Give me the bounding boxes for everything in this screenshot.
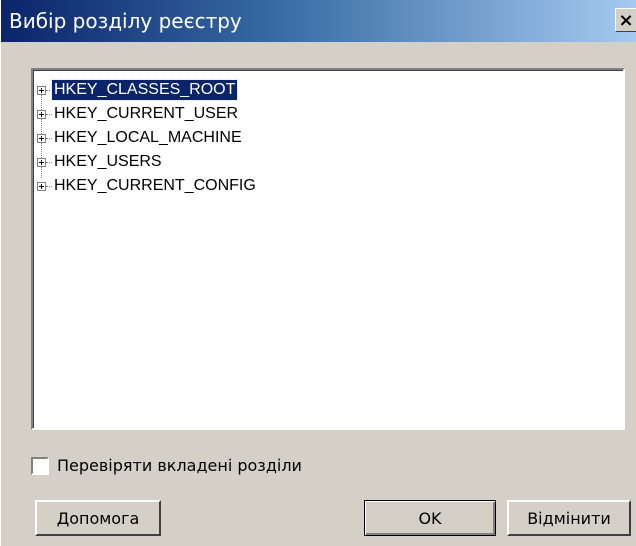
- expand-plus-icon[interactable]: [37, 109, 46, 119]
- tree-item-hkey-classes-root[interactable]: HKEY_CLASSES_ROOT: [37, 78, 239, 102]
- tree-item-hkey-current-user[interactable]: HKEY_CURRENT_USER: [37, 102, 240, 126]
- help-button[interactable]: Допомога: [35, 500, 161, 536]
- expand-plus-icon[interactable]: [37, 133, 46, 143]
- expand-plus-icon[interactable]: [37, 85, 46, 95]
- help-button-label: Допомога: [56, 508, 140, 528]
- tree-item-label[interactable]: HKEY_LOCAL_MACHINE: [52, 128, 244, 148]
- expand-plus-icon[interactable]: [37, 157, 46, 167]
- title-bar[interactable]: Вибір розділу реєстру ×: [1, 0, 636, 42]
- expand-plus-icon[interactable]: [37, 181, 46, 191]
- check-subkeys-checkbox[interactable]: [31, 456, 49, 475]
- tree-item-label[interactable]: HKEY_CLASSES_ROOT: [50, 79, 239, 101]
- registry-key-dialog: Вибір розділу реєстру × HKEY_CLASSES_ROO…: [0, 0, 636, 546]
- check-subkeys-label[interactable]: Перевіряти вкладені розділи: [57, 456, 302, 475]
- cancel-button[interactable]: Відмінити: [507, 500, 631, 536]
- tree-item-label[interactable]: HKEY_CURRENT_USER: [52, 104, 240, 124]
- tree-item-label[interactable]: HKEY_CURRENT_CONFIG: [52, 176, 258, 196]
- cancel-button-label: Відмінити: [527, 508, 611, 528]
- tree-item-hkey-local-machine[interactable]: HKEY_LOCAL_MACHINE: [37, 126, 244, 150]
- close-icon: ×: [618, 9, 634, 31]
- ok-button-label: OK: [418, 508, 442, 528]
- tree-item-hkey-users[interactable]: HKEY_USERS: [37, 150, 164, 174]
- tree-item-label[interactable]: HKEY_USERS: [52, 152, 164, 172]
- registry-tree[interactable]: HKEY_CLASSES_ROOT HKEY_CURRENT_USER HKEY…: [31, 68, 625, 430]
- ok-button[interactable]: OK: [364, 500, 496, 536]
- check-subkeys-option[interactable]: Перевіряти вкладені розділи: [31, 456, 302, 475]
- window-title: Вибір розділу реєстру: [9, 9, 242, 33]
- tree-item-hkey-current-config[interactable]: HKEY_CURRENT_CONFIG: [37, 174, 258, 198]
- close-button[interactable]: ×: [615, 8, 636, 32]
